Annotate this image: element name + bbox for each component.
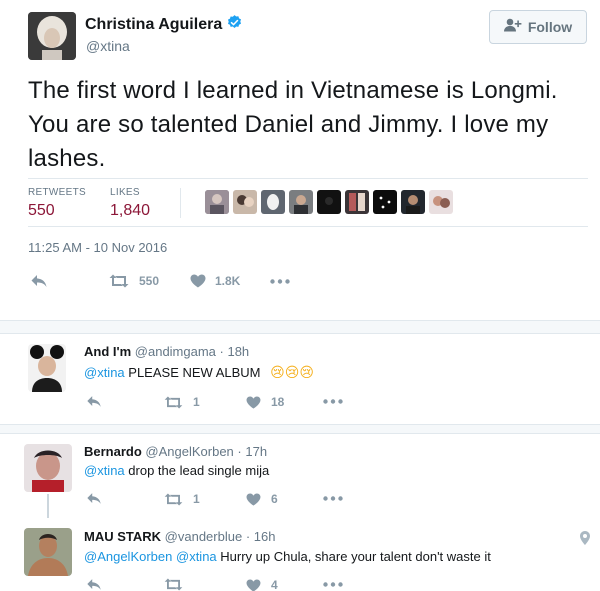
reply-divider <box>0 424 600 434</box>
retweet-button[interactable]: 1 <box>163 395 200 409</box>
retweet-count: 1 <box>193 395 200 409</box>
reply-avatar[interactable] <box>24 444 72 492</box>
reply-button[interactable] <box>86 492 102 505</box>
liker-avatar[interactable] <box>205 190 229 214</box>
tweet-timestamp[interactable]: 11:25 AM - 10 Nov 2016 <box>28 240 167 255</box>
like-count: 6 <box>271 492 278 506</box>
liker-avatar[interactable] <box>233 190 257 214</box>
reply-author-handle[interactable]: @andimgama <box>135 344 216 359</box>
like-count: 18 <box>271 395 285 409</box>
reply-mention[interactable]: @xtina <box>176 549 217 564</box>
reply-button[interactable] <box>86 578 102 591</box>
tweet-text: The first word I learned in Vietnamese i… <box>28 77 558 172</box>
stats-top-divider <box>28 178 588 179</box>
more-button[interactable] <box>270 279 290 284</box>
like-button[interactable]: 18 <box>246 395 284 409</box>
liker-avatar[interactable] <box>373 190 397 214</box>
reply-text: PLEASE NEW ALBUM <box>124 365 261 380</box>
retweet-count: 1 <box>193 492 200 506</box>
liker-avatar[interactable] <box>289 190 313 214</box>
like-button[interactable]: 1.8K <box>190 274 240 288</box>
reply-author-handle[interactable]: @AngelKorben <box>145 444 233 459</box>
liker-avatar[interactable] <box>317 190 341 214</box>
reply-icon <box>86 578 102 591</box>
reply-avatar[interactable] <box>28 344 66 392</box>
retweet-icon <box>108 274 130 288</box>
more-button[interactable] <box>323 496 343 501</box>
reply-time[interactable]: · 16h <box>246 529 276 544</box>
reply-time[interactable]: · 18h <box>220 344 250 359</box>
more-icon <box>323 399 343 404</box>
conversation-thread-line <box>47 494 49 518</box>
reply-author-handle[interactable]: @vanderblue <box>165 529 243 544</box>
follow-label: Follow <box>527 19 573 35</box>
likes-stat-value[interactable]: 1,840 <box>110 202 150 220</box>
add-user-icon <box>503 18 522 37</box>
reply-time[interactable]: · 17h <box>237 444 267 459</box>
liker-avatar[interactable] <box>261 190 285 214</box>
reply-icon <box>86 492 102 505</box>
reply-mention[interactable]: @xtina <box>84 365 125 380</box>
follow-button[interactable]: Follow <box>489 10 587 44</box>
heart-icon <box>190 274 206 288</box>
more-button[interactable] <box>323 582 343 587</box>
liker-avatar[interactable] <box>401 190 425 214</box>
reply-author-name[interactable]: Bernardo <box>84 444 142 459</box>
more-icon <box>323 496 343 501</box>
heart-icon <box>246 578 261 591</box>
retweet-button[interactable] <box>163 578 193 591</box>
heart-icon <box>246 492 261 506</box>
retweet-icon <box>163 578 184 591</box>
retweets-stat-value[interactable]: 550 <box>28 202 55 220</box>
liker-avatar[interactable] <box>345 190 369 214</box>
retweet-button[interactable]: 550 <box>108 274 159 288</box>
more-icon <box>270 279 290 284</box>
reply-mention[interactable]: @xtina <box>84 463 125 478</box>
retweet-button[interactable]: 1 <box>163 492 200 506</box>
location-pin-icon <box>580 531 590 550</box>
reply-author-name[interactable]: MAU STARK <box>84 529 161 544</box>
likes-stat-label: LIKES <box>110 187 140 198</box>
reply-icon <box>86 395 102 408</box>
more-button[interactable] <box>323 399 343 404</box>
section-divider <box>0 320 600 334</box>
retweet-icon <box>163 395 184 409</box>
author-avatar[interactable] <box>28 12 76 60</box>
reply-text: drop the lead single mija <box>124 463 270 478</box>
author-handle[interactable]: @xtina <box>86 38 130 54</box>
reply-author-name[interactable]: And I'm <box>84 344 131 359</box>
reply-avatar[interactable] <box>24 528 72 576</box>
like-count: 4 <box>271 578 278 591</box>
liker-avatar[interactable] <box>429 190 453 214</box>
stats-bottom-divider <box>28 226 588 227</box>
reply-text: Hurry up Chula, share your talent don't … <box>216 549 491 564</box>
stats-separator <box>180 188 181 218</box>
reply-icon <box>30 274 48 288</box>
retweet-count: 550 <box>139 274 160 288</box>
reply-button[interactable] <box>30 274 48 288</box>
retweet-icon <box>163 492 184 506</box>
verified-badge-icon <box>226 14 243 36</box>
like-button[interactable]: 6 <box>246 492 278 506</box>
retweets-stat-label: RETWEETS <box>28 187 86 198</box>
reply-mention[interactable]: @AngelKorben <box>84 549 172 564</box>
like-count: 1.8K <box>215 274 241 288</box>
author-name[interactable]: Christina Aguilera <box>85 16 222 34</box>
reply-emoji: 😢😢😢 <box>270 364 314 380</box>
reply-button[interactable] <box>86 395 102 408</box>
like-button[interactable]: 4 <box>246 578 278 591</box>
heart-icon <box>246 395 261 409</box>
more-icon <box>323 582 343 587</box>
